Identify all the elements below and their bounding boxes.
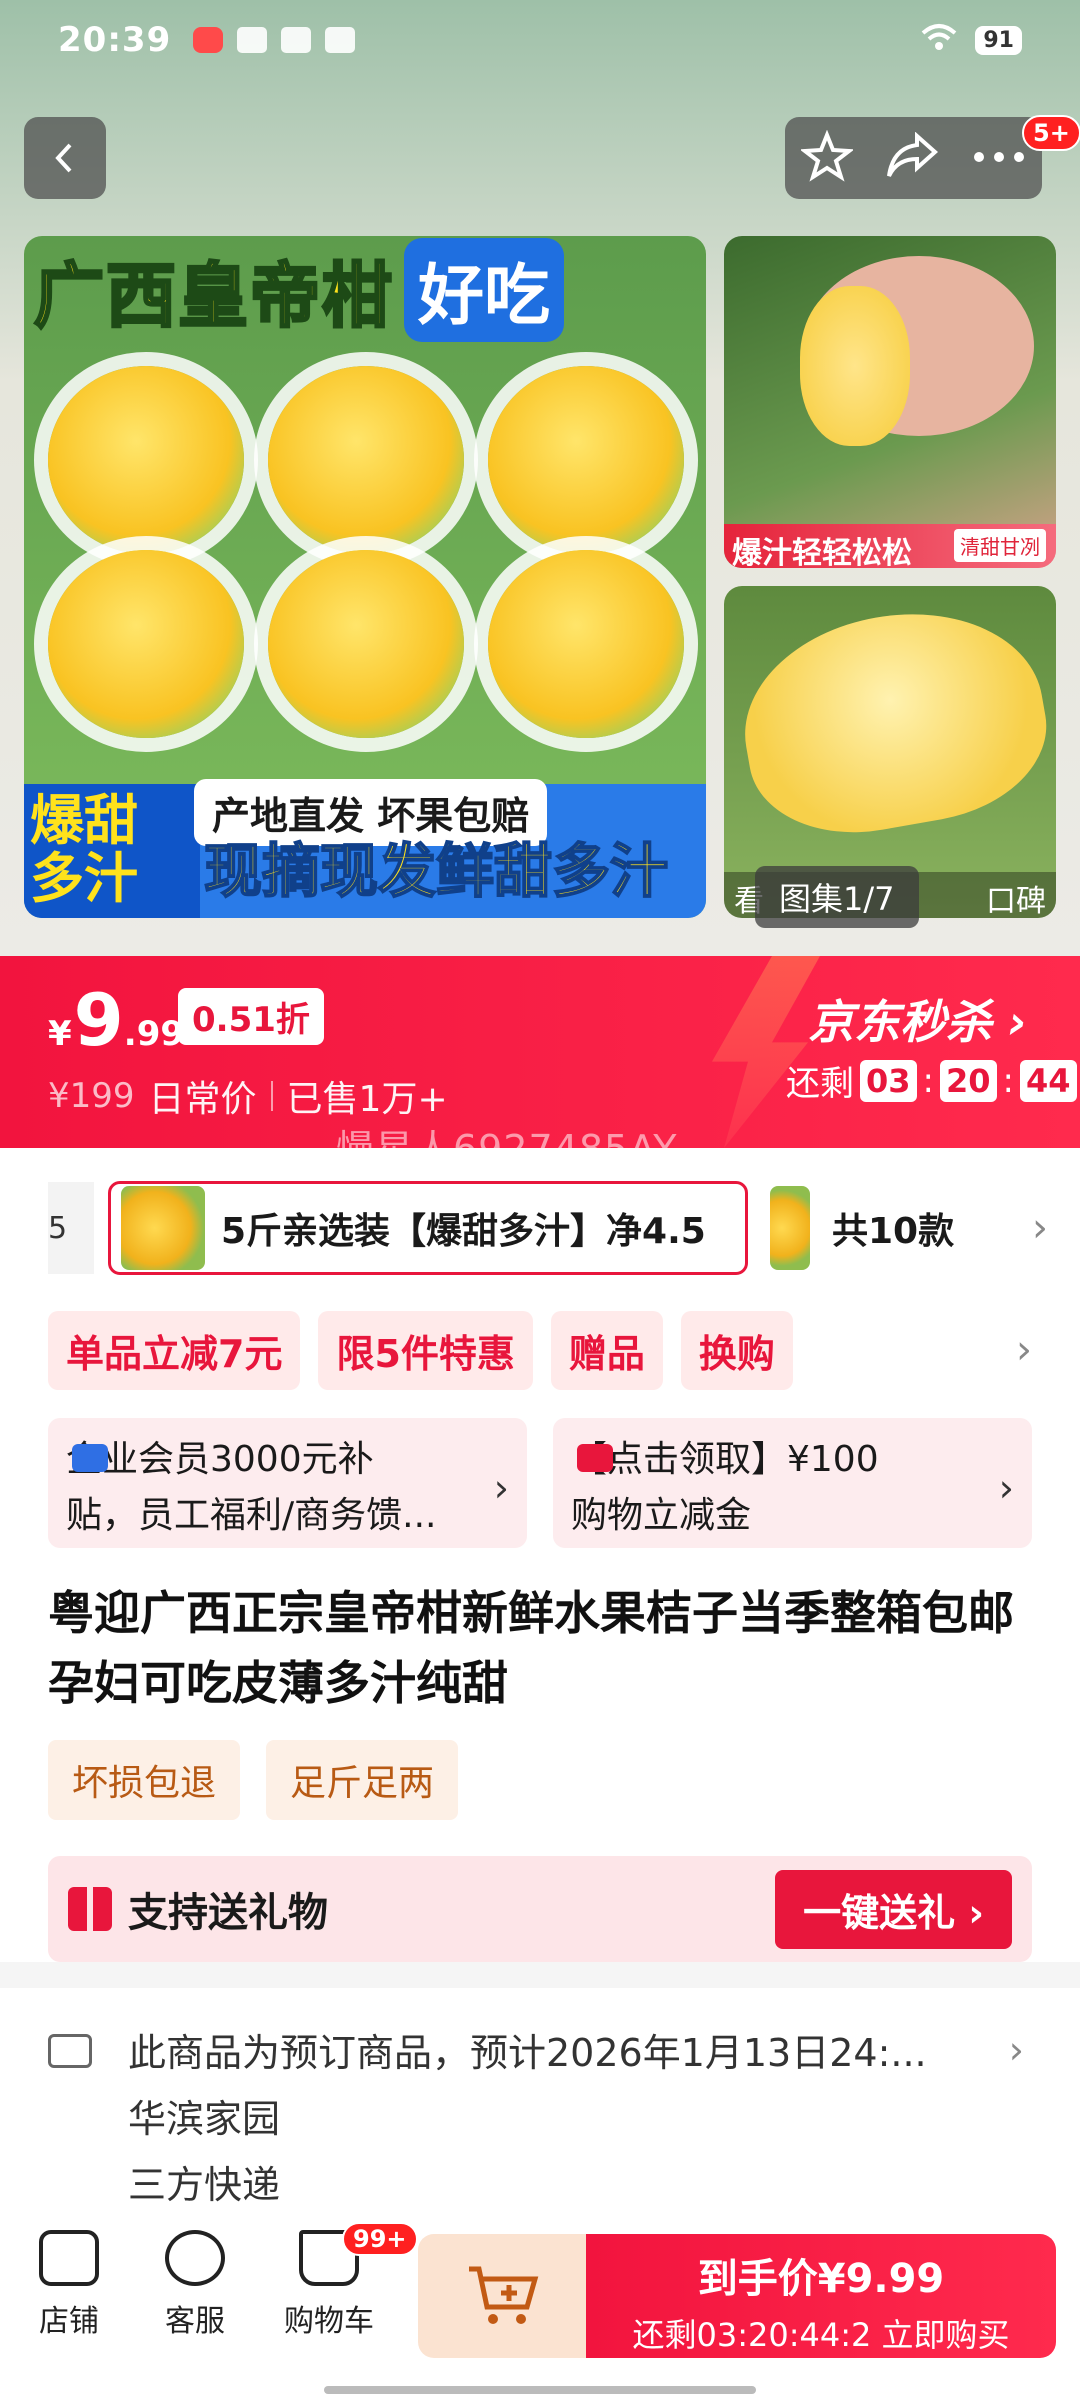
- countdown-minutes: 20: [940, 1059, 997, 1102]
- chevron-right-icon[interactable]: ›: [1032, 1205, 1048, 1251]
- delivery-estimate: 此商品为预订商品，预计2026年1月13日24:...: [128, 2031, 927, 2075]
- top-actions: [785, 117, 1042, 199]
- chat-smile-icon: [165, 2230, 225, 2286]
- orange-image: [268, 366, 464, 554]
- spec-count[interactable]: 共10款: [832, 1202, 954, 1254]
- chevron-right-icon[interactable]: ›: [1016, 1327, 1032, 1373]
- orange-image: [48, 366, 244, 554]
- spec-thumbnail[interactable]: [770, 1186, 810, 1270]
- service-tags: 坏损包退 足斤足两: [48, 1740, 459, 1820]
- seckill-label[interactable]: 京东秒杀 ›: [808, 986, 1027, 1052]
- bottom-action-bar: 店铺 客服 99+ 购物车 到手价¥9.99 还剩03:20:44:2 立即购买: [0, 2222, 1080, 2400]
- countdown-hours: 03: [860, 1059, 917, 1102]
- chevron-right-icon: ›: [1008, 2028, 1024, 2072]
- original-price: ¥199: [48, 1076, 135, 1116]
- chevron-right-icon: ›: [998, 1466, 1014, 1510]
- buy-price: 到手价¥9.99: [697, 2256, 945, 2302]
- promo-chips[interactable]: 单品立减7元 限5件特惠 赠品 换购 ›: [48, 1310, 1032, 1390]
- benefit-cards: 企业会员3000元补 贴，员工福利/商务馈... › 【点击领取】¥100 购物…: [48, 1418, 1032, 1548]
- coupon-benefit-card[interactable]: 【点击领取】¥100 购物立减金 ›: [553, 1418, 1032, 1548]
- orange-image: [488, 366, 684, 554]
- spec-label: 5斤亲选装【爆甜多汁】净4.5: [221, 1211, 706, 1252]
- original-price-label: 日常价: [148, 1079, 257, 1120]
- product-gallery[interactable]: 5+ 广西皇帝柑 好吃 爆甜 多汁 产地直发 坏果包赔 现摘现发鲜甜多汁 爆汁轻…: [0, 0, 1080, 956]
- delivery-info[interactable]: 此商品为预订商品，预计2026年1月13日24:... 华滨家园 三方快递 ›: [48, 2020, 1032, 2218]
- delivery-address: 华滨家园: [128, 2097, 281, 2141]
- customer-service-button[interactable]: 客服: [140, 2230, 250, 2340]
- card-icon: [577, 1444, 613, 1472]
- divider: [270, 1081, 273, 1111]
- favorite-star-icon[interactable]: [799, 129, 855, 186]
- orange-image: [48, 550, 244, 738]
- main-product-image[interactable]: 广西皇帝柑 好吃 爆甜 多汁 产地直发 坏果包赔 现摘现发鲜甜多汁: [24, 236, 706, 918]
- image-title: 广西皇帝柑: [33, 253, 394, 338]
- chevron-right-icon: ›: [493, 1466, 509, 1510]
- promo-chip[interactable]: 限5件特惠: [318, 1310, 533, 1390]
- back-button[interactable]: [24, 117, 106, 199]
- buy-countdown: 还剩03:20:44:2 立即购买: [632, 2316, 1010, 2354]
- countdown-timer: 还剩 03: 20: 44: [786, 1056, 1077, 1105]
- spec-option-selected[interactable]: 5斤亲选装【爆甜多汁】净4.5: [108, 1181, 748, 1275]
- wifi-icon: [921, 20, 957, 60]
- send-gift-button[interactable]: 一键送礼 ›: [775, 1869, 1012, 1949]
- thumbnail-caption-right: 口碑: [986, 884, 1046, 919]
- share-icon[interactable]: [885, 131, 939, 184]
- gift-section: 支持送礼物 一键送礼 ›: [48, 1856, 1032, 1962]
- card-icon: [325, 27, 356, 53]
- spec-selector[interactable]: 5 5斤亲选装【爆甜多汁】净4.5 共10款 ›: [0, 1178, 1080, 1278]
- spec-thumbnail: [121, 1186, 205, 1270]
- gift-icon: [68, 1887, 112, 1931]
- shop-icon: [39, 2230, 99, 2286]
- orange-image: [268, 550, 464, 738]
- cart-button[interactable]: 99+ 购物车: [274, 2222, 418, 2340]
- home-indicator: [324, 2386, 756, 2394]
- message-badge: 5+: [1022, 115, 1080, 151]
- discount-badge: 0.51折: [178, 988, 324, 1045]
- service-tag: 足斤足两: [266, 1740, 459, 1820]
- section-divider: [0, 1962, 1080, 1988]
- notification-icons: [193, 27, 356, 53]
- add-cart-icon: [469, 2266, 539, 2324]
- cart-badge: 99+: [342, 2222, 418, 2256]
- status-time: 20:39: [58, 20, 172, 60]
- promo-chip[interactable]: 换购: [680, 1310, 793, 1390]
- service-tag: 坏损包退: [48, 1740, 241, 1820]
- countdown-seconds: 44: [1020, 1059, 1077, 1102]
- product-title: 粤迎广西正宗皇帝柑新鲜水果桔子当季整箱包邮孕妇可吃皮薄多汁纯甜: [48, 1586, 1014, 1710]
- gallery-thumbnail[interactable]: 爆汁轻轻松松 清甜甘冽: [724, 236, 1056, 568]
- vip-icon: [72, 1444, 108, 1472]
- lightning-icon: [712, 956, 820, 1148]
- shop-button[interactable]: 店铺: [14, 2230, 124, 2340]
- gallery-counter[interactable]: 图集1/7: [755, 866, 919, 928]
- user-watermark: 慢星人6927485AY: [336, 1127, 678, 1171]
- add-to-cart-button[interactable]: [418, 2234, 588, 2358]
- truck-icon: [48, 2034, 92, 2068]
- sold-count: 已售1万+: [286, 1079, 448, 1120]
- enterprise-benefit-card[interactable]: 企业会员3000元补 贴，员工福利/商务馈... ›: [48, 1418, 527, 1548]
- buy-now-button[interactable]: 到手价¥9.99 还剩03:20:44:2 立即购买: [586, 2234, 1056, 2358]
- delivery-carrier: 三方快递: [128, 2163, 281, 2207]
- image-slogan: 现摘现发鲜甜多汁: [203, 836, 669, 906]
- status-bar: 20:39 91: [0, 0, 1080, 80]
- more-icon[interactable]: [972, 149, 1026, 168]
- gift-label: 支持送礼物: [128, 1890, 328, 1936]
- orange-image: [488, 550, 684, 738]
- thumbnail-tag: 清甜甘冽: [954, 529, 1046, 562]
- image-side-text: 爆甜 多汁: [24, 784, 200, 918]
- spec-option[interactable]: 5: [48, 1182, 94, 1274]
- app-notification-icon: [193, 27, 224, 53]
- chevron-left-icon: [55, 143, 72, 173]
- battery-indicator: 91: [975, 25, 1022, 55]
- book-icon: [237, 27, 268, 53]
- crown-icon: [281, 27, 312, 53]
- promo-chip[interactable]: 赠品: [550, 1310, 663, 1390]
- promo-chip[interactable]: 单品立减7元: [48, 1310, 301, 1390]
- image-badge: 好吃: [404, 238, 564, 342]
- current-price: ¥ 9 .99: [48, 978, 185, 1062]
